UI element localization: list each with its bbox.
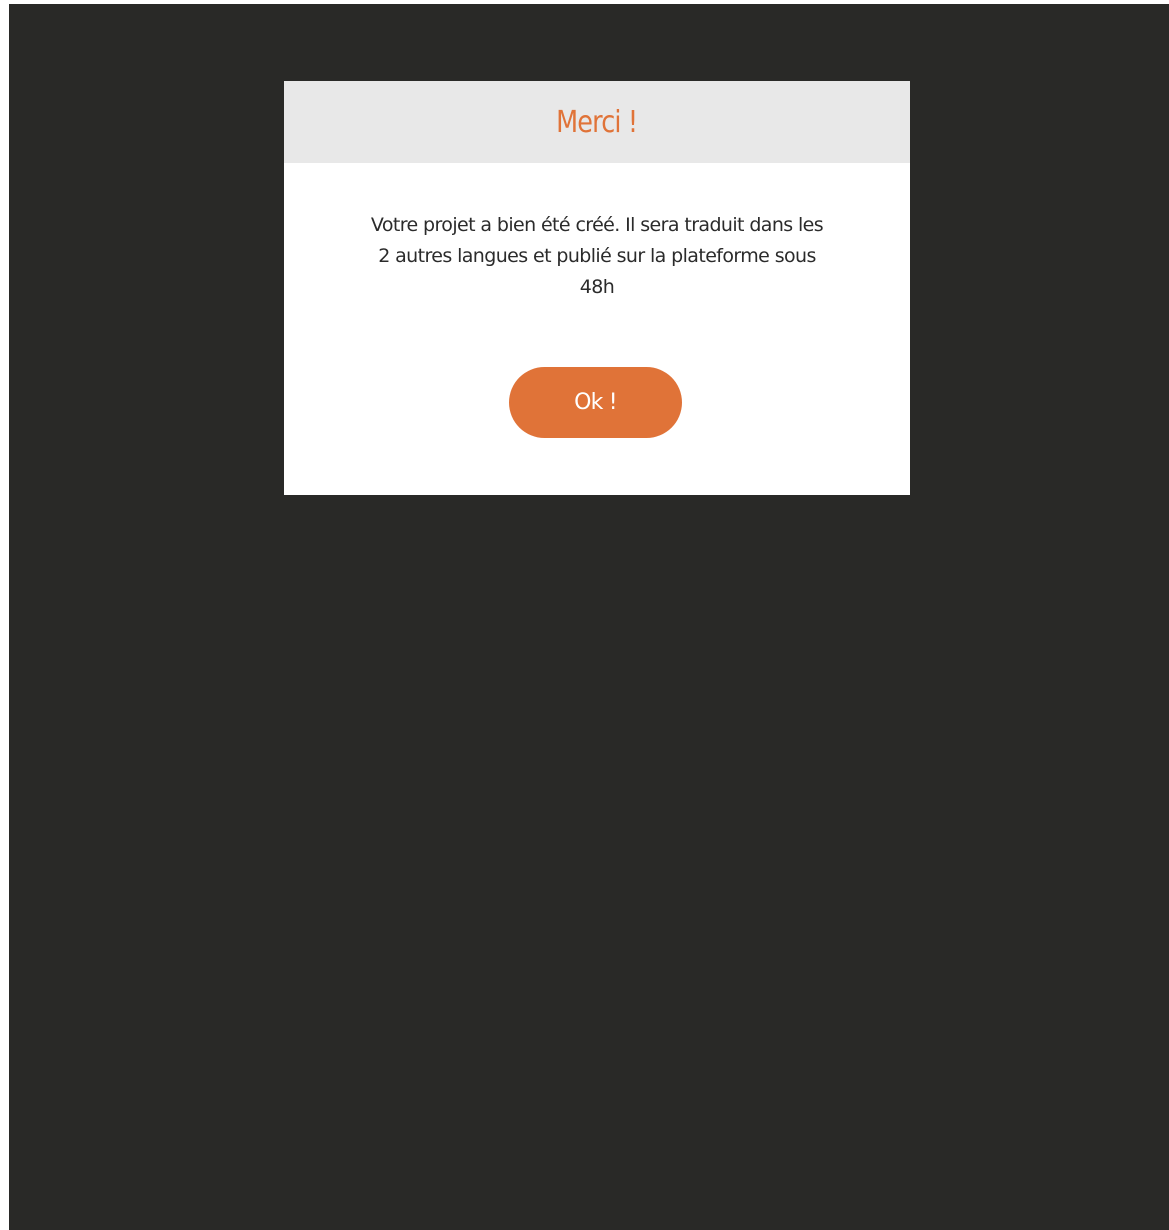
- dialog-title: Merci !: [556, 104, 638, 140]
- ok-button[interactable]: Ok !: [509, 367, 682, 438]
- confirmation-dialog: Merci ! Votre projet a bien été créé. Il…: [284, 81, 910, 495]
- dialog-header: Merci !: [284, 81, 910, 163]
- dialog-message: Votre projet a bien été créé. Il sera tr…: [370, 214, 824, 298]
- dialog-body: Votre projet a bien été créé. Il sera tr…: [284, 163, 910, 495]
